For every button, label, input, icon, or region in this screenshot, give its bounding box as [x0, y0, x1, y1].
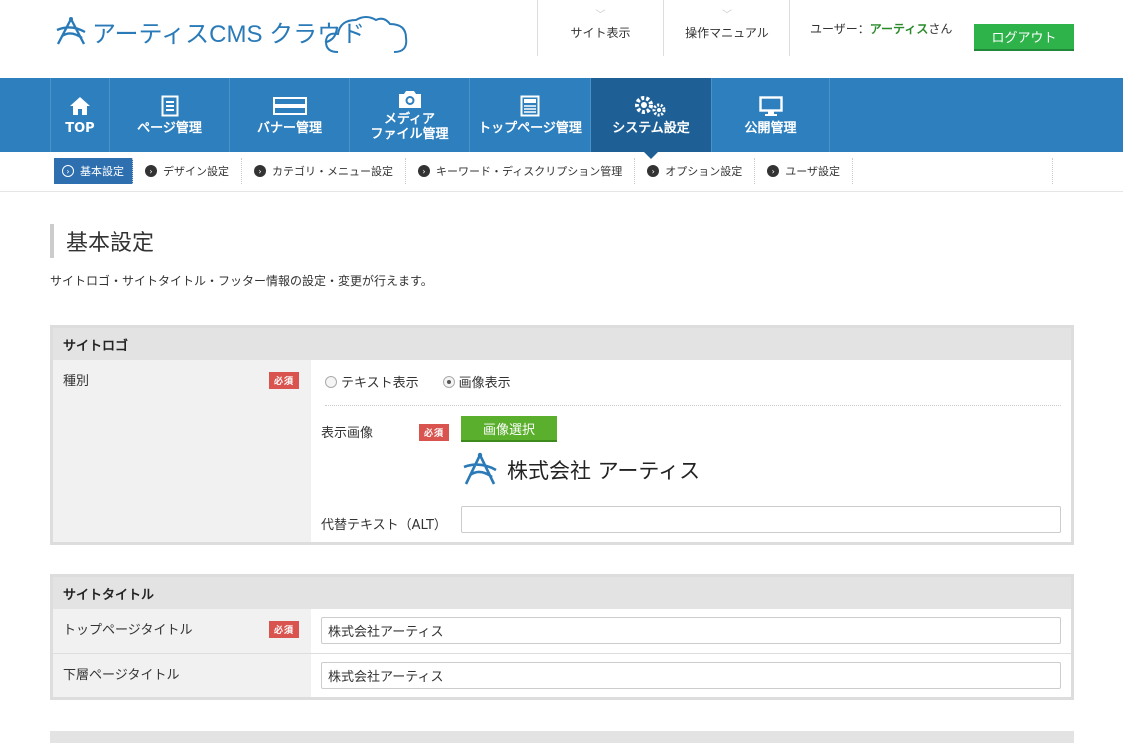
lower-title-value-cell: 株式会社アーティス: [311, 654, 1071, 697]
radio-circle: [325, 375, 337, 388]
nav-top-page[interactable]: トップページ管理: [470, 78, 591, 152]
subnav-filler: [853, 158, 1054, 184]
subnav-option-label: オプション設定: [665, 165, 743, 178]
subnav-user-label: ユーザ設定: [785, 165, 841, 178]
nav-publish-label: 公開管理: [744, 120, 797, 136]
user-suffix: さん: [928, 21, 953, 36]
user-prefix: ユーザー：: [810, 21, 870, 36]
radio-image-label: 画像表示: [458, 376, 511, 391]
manual-link[interactable]: ﹀ 操作マニュアル: [663, 0, 790, 56]
top-title-value-cell: 株式会社アーティス: [311, 609, 1071, 653]
nav-media-label2: ファイル管理: [370, 127, 449, 142]
subnav-design[interactable]: › デザイン設定: [133, 158, 242, 184]
circle-chevron-icon: ›: [254, 165, 266, 177]
manual-label: 操作マニュアル: [685, 26, 769, 40]
radio-text-display[interactable]: テキスト表示: [325, 372, 419, 391]
site-view-link[interactable]: ﹀ サイト表示: [537, 0, 663, 56]
nav-page[interactable]: ページ管理: [110, 78, 230, 152]
nav-media-label: メディア: [383, 112, 436, 127]
banner-icon: [272, 95, 307, 117]
site-title-heading: サイトタイトル: [53, 577, 1071, 609]
type-value-cell: テキスト表示 画像表示 表示画像 必須 画像選択 株式会社 アーティス 代替テキ…: [311, 360, 1071, 542]
nav-top-label: TOP: [65, 120, 95, 136]
subnav-basic-label: 基本設定: [80, 165, 124, 178]
home-icon: [69, 95, 91, 117]
nav-system-label: システム設定: [612, 120, 690, 136]
site-view-label: サイト表示: [570, 26, 631, 40]
subnav-design-label: デザイン設定: [163, 165, 229, 178]
logo[interactable]: アーティスCMS クラウド: [54, 14, 408, 53]
site-logo-section: サイトロゴ 種別 必須 テキスト表示 画像表示 表示画像 必須 画像選択 株式会…: [50, 325, 1074, 545]
nav-top-page-label: トップページ管理: [478, 120, 582, 136]
subnav-category-label: カテゴリ・メニュー設定: [272, 165, 393, 178]
nav-system[interactable]: システム設定: [591, 78, 712, 159]
page-title: 基本設定: [50, 224, 154, 258]
radio-image-display[interactable]: 画像表示: [442, 372, 511, 391]
subnav-keyword[interactable]: › キーワード・ディスクリプション管理: [406, 158, 636, 184]
top-title-label: トップページタイトル: [63, 623, 193, 638]
select-image-button[interactable]: 画像選択: [461, 416, 557, 442]
required-badge: 必須: [269, 621, 300, 638]
required-badge: 必須: [419, 424, 450, 441]
subnav-basic[interactable]: › 基本設定: [54, 158, 133, 184]
type-label: 種別: [63, 374, 90, 389]
subnav-user[interactable]: › ユーザ設定: [755, 158, 854, 184]
company-logo-icon: [463, 452, 497, 485]
radio-text-label: テキスト表示: [341, 376, 419, 391]
user-info: ユーザー： アーティス さん: [789, 0, 952, 56]
alt-label: 代替テキスト（ALT）: [321, 518, 447, 533]
header: アーティスCMS クラウド ﹀ サイト表示 ﹀ 操作マニュアル ユーザー： アー…: [0, 0, 1123, 78]
logo-preview-text: 株式会社 アーティス: [507, 459, 701, 483]
radio-circle-selected: [442, 375, 455, 388]
monitor-icon: [758, 95, 783, 117]
lower-title-label-cell: 下層ページタイトル: [53, 654, 311, 697]
subnav-category[interactable]: › カテゴリ・メニュー設定: [242, 158, 406, 184]
circle-chevron-icon: ›: [767, 165, 780, 177]
nav-media[interactable]: メディア ファイル管理: [350, 78, 470, 152]
image-label: 表示画像: [321, 426, 374, 441]
lower-title-label: 下層ページタイトル: [63, 668, 180, 683]
header-links: ﹀ サイト表示 ﹀ 操作マニュアル: [537, 0, 790, 56]
nav-banner-label: バナー管理: [256, 120, 322, 136]
layout-icon: [520, 95, 540, 117]
site-title-section: サイトタイトル トップページタイトル 必須 株式会社アーティス 下層ページタイト…: [50, 574, 1074, 700]
circle-chevron-icon: ›: [647, 165, 660, 177]
nav-banner[interactable]: バナー管理: [230, 78, 350, 152]
subnav-keyword-label: キーワード・ディスクリプション管理: [436, 165, 623, 178]
logo-preview: 株式会社 アーティス: [461, 452, 700, 488]
nav-page-label: ページ管理: [137, 120, 202, 136]
chevron-down-icon: ﹀: [722, 10, 732, 21]
alt-text-input[interactable]: [461, 506, 1061, 533]
nav-publish[interactable]: 公開管理: [712, 78, 830, 152]
nav-top[interactable]: TOP: [51, 78, 110, 152]
camera-icon: [397, 88, 423, 110]
required-badge: 必須: [269, 372, 300, 389]
subnav-option[interactable]: › オプション設定: [635, 158, 756, 184]
type-label-cell: 種別 必須: [53, 360, 311, 542]
top-title-label-cell: トップページタイトル 必須: [53, 609, 311, 653]
top-title-input[interactable]: 株式会社アーティス: [321, 617, 1061, 644]
circle-chevron-icon: ›: [418, 165, 430, 177]
circle-chevron-icon: ›: [62, 165, 74, 177]
page-description: サイトロゴ・サイトタイトル・フッター情報の設定・変更が行えます。: [50, 274, 433, 288]
logout-button[interactable]: ログアウト: [974, 24, 1074, 51]
main-nav: TOP ページ管理 バナー管理 メディア ファイル管理 トップページ管理 システ…: [0, 78, 1123, 159]
logo-mark-icon: [56, 16, 86, 45]
site-logo-heading: サイトロゴ: [53, 328, 1071, 360]
lower-title-input[interactable]: 株式会社アーティス: [321, 662, 1061, 689]
document-icon: [161, 95, 179, 117]
sub-nav: › 基本設定 › デザイン設定 › カテゴリ・メニュー設定 › キーワード・ディスクリプ…: [0, 152, 1123, 192]
circle-chevron-icon: ›: [145, 165, 157, 177]
next-section-heading: [50, 731, 1074, 743]
user-name: アーティス: [869, 21, 929, 36]
chevron-down-icon: ﹀: [595, 10, 606, 21]
cloud-icon: [324, 16, 408, 53]
gears-icon: [633, 95, 669, 117]
